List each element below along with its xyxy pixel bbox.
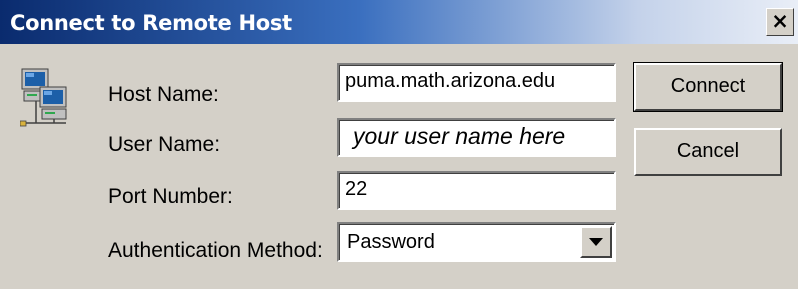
user-name-label: User Name: bbox=[108, 133, 221, 156]
host-name-label: Host Name: bbox=[108, 83, 219, 106]
user-name-field[interactable]: your user name here bbox=[337, 118, 616, 157]
port-number-label: Port Number: bbox=[108, 185, 233, 208]
title-bar: Connect to Remote Host × bbox=[0, 0, 798, 44]
dialog-body: Host Name: puma.math.arizona.edu User Na… bbox=[0, 44, 798, 289]
chevron-down-icon bbox=[589, 238, 603, 246]
connect-button[interactable]: Connect bbox=[633, 62, 783, 112]
connect-dialog: Connect to Remote Host × Host Name: puma… bbox=[0, 0, 798, 289]
port-number-field[interactable]: 22 bbox=[337, 171, 616, 210]
host-name-field[interactable]: puma.math.arizona.edu bbox=[337, 63, 616, 102]
window-title: Connect to Remote Host bbox=[10, 11, 292, 35]
close-icon: × bbox=[771, 9, 789, 33]
network-computers-icon bbox=[20, 68, 67, 127]
authentication-method-value: Password bbox=[347, 231, 435, 253]
dropdown-button[interactable] bbox=[580, 226, 612, 258]
cancel-button[interactable]: Cancel bbox=[634, 128, 782, 176]
authentication-method-select[interactable]: Password bbox=[337, 222, 616, 262]
authentication-method-label: Authentication Method: bbox=[108, 239, 323, 262]
close-button[interactable]: × bbox=[766, 8, 794, 36]
